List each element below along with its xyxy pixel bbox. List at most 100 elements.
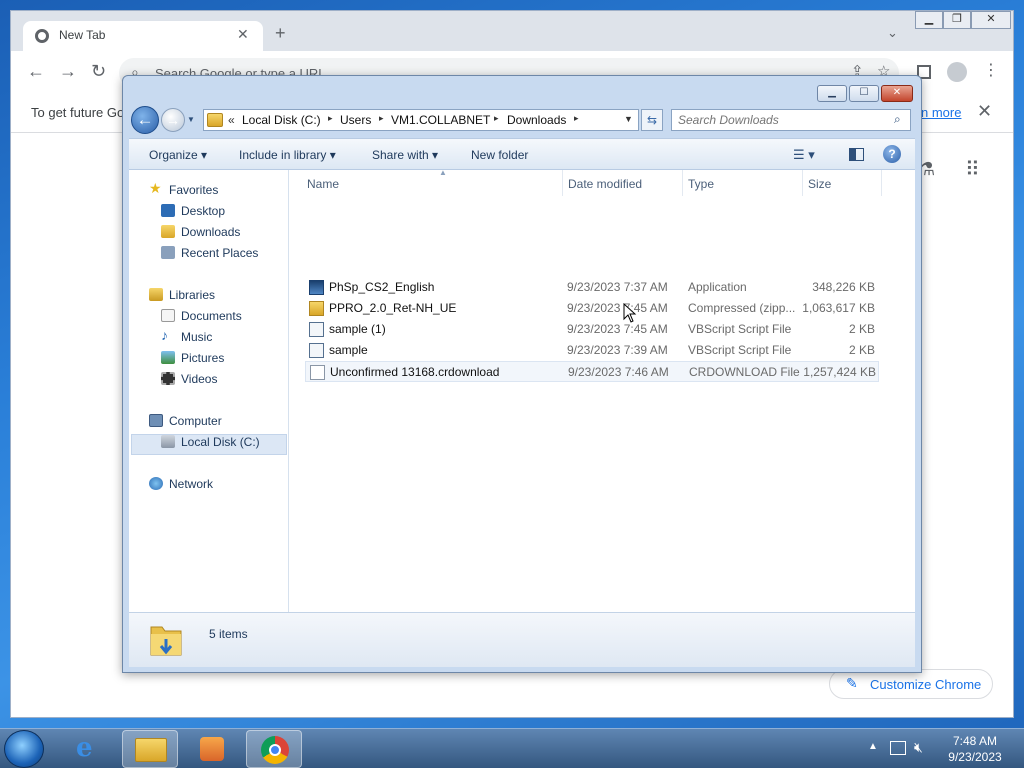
volume-muted-icon[interactable]: 🔇︎	[914, 739, 923, 756]
views-icon[interactable]: ☰ ▾	[793, 147, 815, 163]
network-tray-icon[interactable]	[890, 741, 906, 755]
script-icon	[309, 343, 324, 358]
network-icon	[149, 477, 163, 490]
recent-pages-dropdown-icon[interactable]: ▼	[187, 115, 195, 124]
command-bar: Organize ▾ Include in library ▾ Share wi…	[129, 138, 915, 170]
library-icon	[149, 288, 163, 301]
details-pane: 5 items	[129, 612, 915, 667]
share-with-button[interactable]: Share with ▾	[372, 148, 438, 162]
kebab-menu-icon[interactable]: ⋮	[983, 60, 999, 80]
explorer-maximize-button[interactable]: ☐	[849, 85, 879, 102]
organize-button[interactable]: Organize ▾	[149, 148, 207, 162]
taskbar-media-player[interactable]	[184, 730, 240, 768]
tab-title: New Tab	[59, 28, 106, 42]
computer-icon	[149, 414, 163, 427]
chrome-titlebar: New Tab ✕ + ⌄ ▁ ❐ ✕	[11, 11, 1013, 51]
breadcrumb-users[interactable]: Users	[340, 113, 371, 127]
start-orb-icon[interactable]	[4, 730, 44, 768]
application-icon	[309, 280, 324, 295]
back-arrow-icon[interactable]: ←	[131, 106, 159, 134]
chrome-tab-new-tab[interactable]: New Tab ✕	[23, 21, 263, 51]
customize-chrome-button[interactable]: ✎ Customize Chrome	[829, 669, 993, 699]
breadcrumb-separator[interactable]: ▸	[494, 113, 499, 124]
clock-date[interactable]: 9/23/2023	[940, 750, 1010, 764]
back-arrow-icon[interactable]: ←	[27, 61, 45, 82]
music-icon: ♪	[161, 327, 168, 343]
breadcrumb-downloads[interactable]: Downloads	[507, 113, 566, 127]
explorer-icon	[135, 738, 167, 762]
ie-icon: e	[76, 733, 93, 763]
tab-close-icon[interactable]: ✕	[237, 26, 249, 43]
reload-icon[interactable]: ↻	[91, 61, 106, 82]
forward-arrow-icon[interactable]: →	[59, 61, 77, 82]
chrome-taskbar-icon	[261, 736, 289, 764]
taskbar-explorer[interactable]	[122, 730, 178, 768]
tray-expand-icon[interactable]: ▲	[868, 741, 878, 752]
desktop-icon	[161, 204, 175, 217]
table-row[interactable]: sample 9/23/2023 7:39 AM VBScript Script…	[305, 340, 879, 361]
search-icon[interactable]: ⌕	[894, 112, 901, 127]
sort-arrow-icon: ▲	[439, 168, 447, 177]
include-in-library-button[interactable]: Include in library ▾	[239, 148, 336, 162]
breadcrumb-separator[interactable]: ▸	[328, 113, 333, 124]
downloads-folder-icon	[149, 621, 183, 659]
clock-time[interactable]: 7:48 AM	[940, 734, 1010, 748]
chrome-logo-icon	[35, 29, 49, 43]
drive-icon	[161, 435, 175, 448]
table-row[interactable]: Unconfirmed 13168.crdownload 9/23/2023 7…	[305, 361, 879, 382]
downloads-folder-icon	[161, 225, 175, 238]
table-row[interactable]: PPRO_2.0_Ret-NH_UE 9/23/2023 7:45 AM Com…	[305, 298, 879, 319]
help-icon[interactable]: ?	[883, 145, 901, 163]
explorer-close-button[interactable]: ✕	[881, 85, 913, 102]
learn-more-link[interactable]: n more	[921, 105, 961, 120]
breadcrumb-separator[interactable]: ▸	[574, 113, 579, 124]
file-icon	[310, 365, 325, 380]
taskbar: e ▲ 🔇︎ 7:48 AM 9/23/2023	[0, 728, 1024, 768]
preview-pane-icon[interactable]	[849, 148, 864, 161]
star-favorites-icon: ★	[149, 180, 162, 196]
breadcrumb-vm1-collabnet[interactable]: VM1.COLLABNET	[391, 113, 490, 127]
taskbar-chrome[interactable]	[246, 730, 302, 768]
breadcrumb-separator[interactable]: ▸	[379, 113, 384, 124]
file-list: Name ▲ Date modified Type Size PhSp_CS2_…	[289, 168, 915, 612]
explorer-window: ▁ ☐ ✕ ← → ▼ « Local Disk (C:) ▸ Users ▸ …	[122, 75, 922, 673]
address-dropdown-icon[interactable]: ▼	[624, 114, 633, 124]
script-icon	[309, 322, 324, 337]
navigation-pane: ★ Favorites Desktop Downloads Recent Pla…	[129, 170, 289, 612]
tab-search-icon[interactable]: ⌄	[887, 25, 898, 41]
breadcrumb-overflow[interactable]: «	[228, 113, 235, 127]
chrome-close-button[interactable]: ✕	[971, 11, 1011, 29]
new-folder-button[interactable]: New folder	[471, 148, 528, 162]
forward-arrow-icon[interactable]: →	[161, 108, 185, 132]
videos-icon	[161, 372, 175, 385]
column-header-date[interactable]: Date modified	[562, 170, 683, 196]
zip-folder-icon	[309, 301, 324, 316]
chrome-minimize-button[interactable]: ▁	[915, 11, 943, 29]
column-header-name[interactable]: Name ▲	[301, 168, 563, 196]
recent-places-icon	[161, 246, 175, 259]
plus-icon[interactable]: +	[275, 23, 286, 44]
infobar-close-icon[interactable]: ✕	[977, 101, 992, 122]
search-input[interactable]	[678, 112, 888, 128]
pictures-icon	[161, 351, 175, 364]
table-row[interactable]: PhSp_CS2_English 9/23/2023 7:37 AM Appli…	[305, 277, 879, 298]
address-bar[interactable]: « Local Disk (C:) ▸ Users ▸ VM1.COLLABNE…	[203, 109, 639, 131]
chrome-center-icon	[269, 744, 281, 756]
documents-icon	[161, 309, 175, 322]
explorer-minimize-button[interactable]: ▁	[817, 85, 847, 102]
media-player-icon	[200, 737, 224, 761]
profile-icon[interactable]	[947, 62, 967, 82]
column-header-size[interactable]: Size	[802, 170, 882, 196]
apps-grid-icon[interactable]: ⠿	[965, 157, 980, 182]
chrome-restore-button[interactable]: ❐	[943, 11, 971, 29]
refresh-icon[interactable]: ⇆	[641, 109, 663, 131]
folder-icon	[207, 113, 223, 127]
table-row[interactable]: sample (1) 9/23/2023 7:45 AM VBScript Sc…	[305, 319, 879, 340]
search-box[interactable]: ⌕	[671, 109, 911, 131]
breadcrumb-local-disk[interactable]: Local Disk (C:)	[242, 113, 321, 127]
column-header-type[interactable]: Type	[682, 170, 803, 196]
taskbar-ie[interactable]: e	[62, 730, 118, 768]
item-count: 5 items	[209, 627, 248, 641]
mouse-cursor-icon	[623, 302, 637, 326]
pencil-icon: ✎	[846, 675, 858, 691]
